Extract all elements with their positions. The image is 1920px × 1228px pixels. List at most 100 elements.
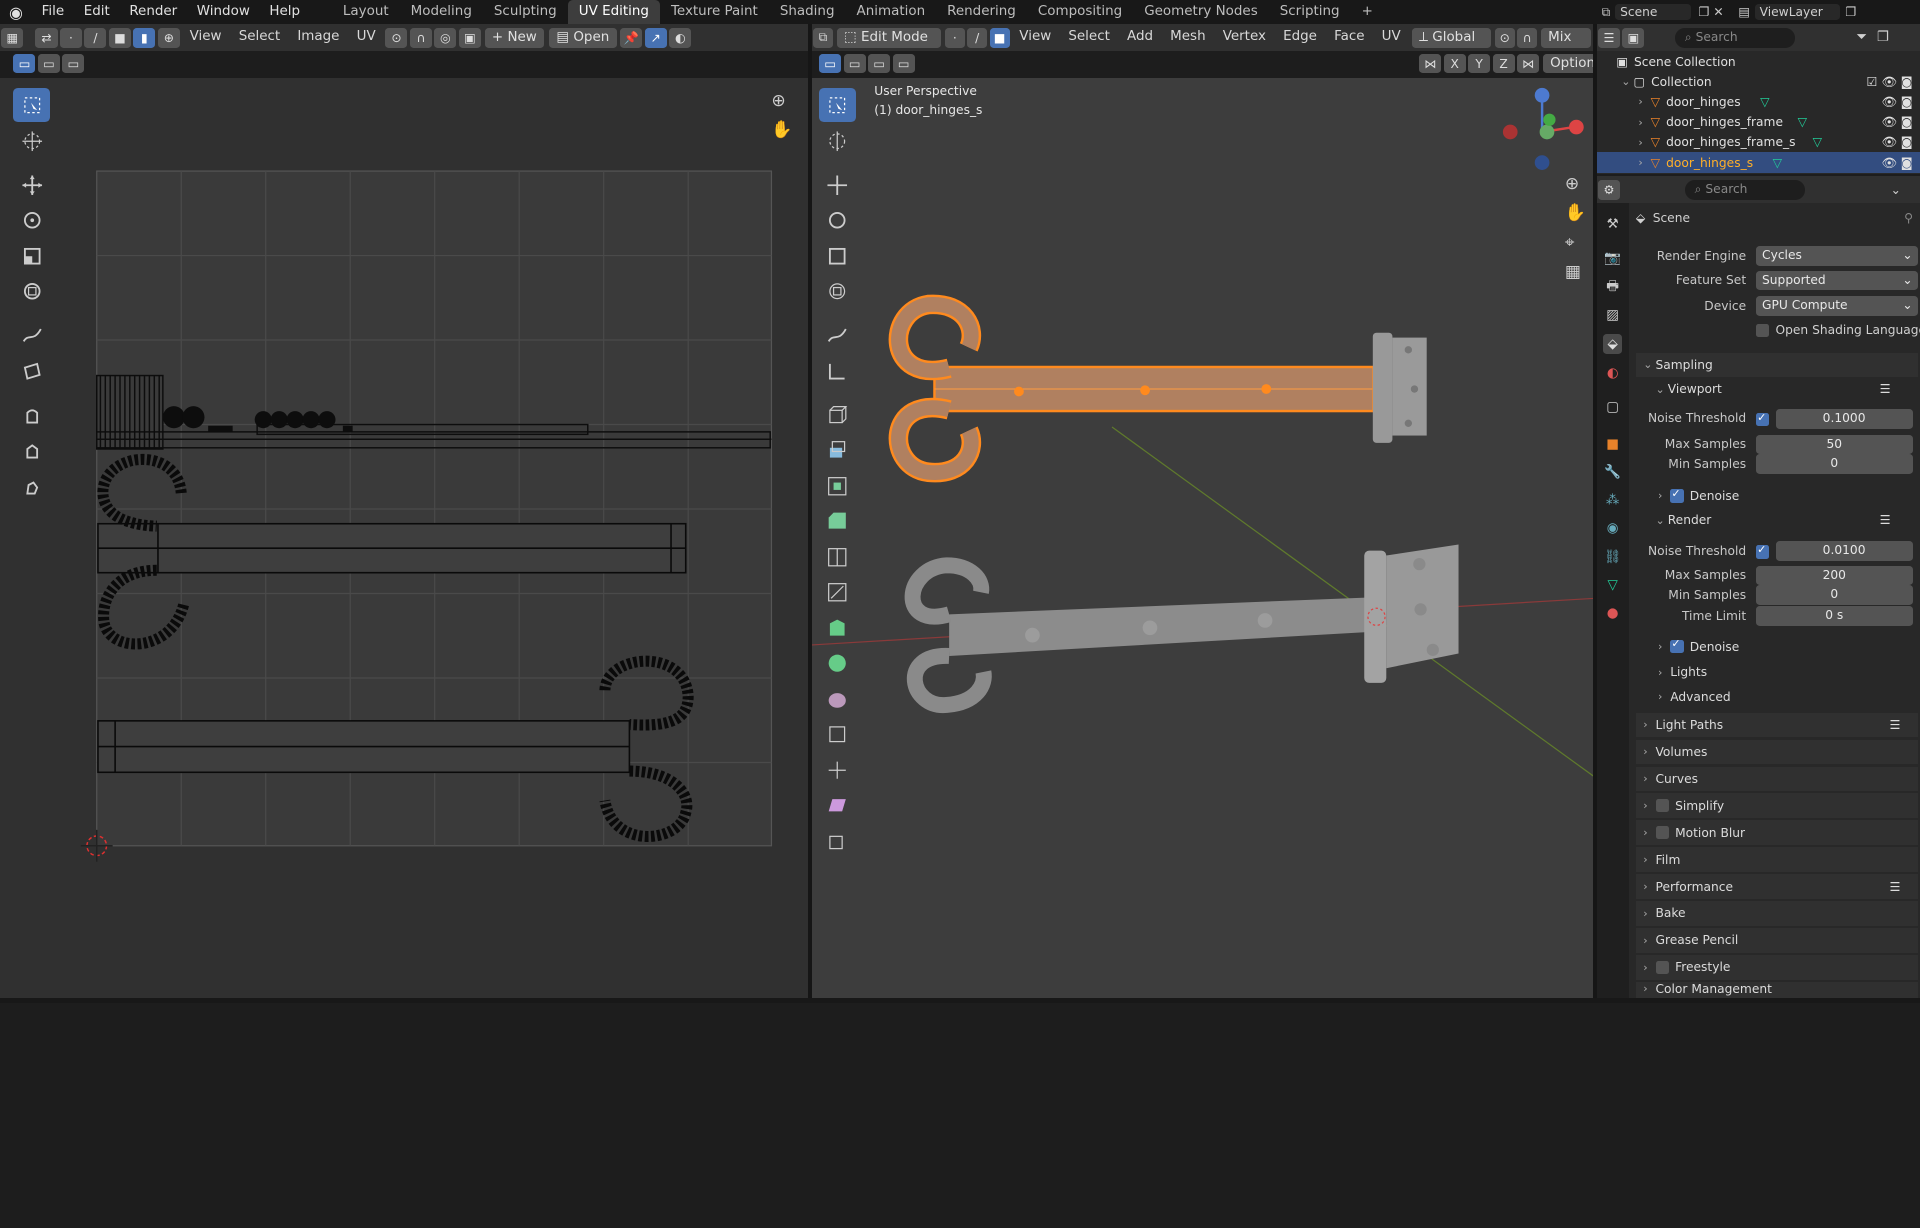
sampling-render-subpanel[interactable]: ⌄ Render ☰: [1636, 508, 1918, 532]
outliner-item-door-hinges-frame[interactable]: › ▽ door_hinges_frame ▽ 👁 ◙: [1597, 112, 1920, 132]
item-visibility-icons[interactable]: 👁 ◙: [1881, 135, 1912, 149]
vp-shrink-icon[interactable]: [819, 753, 856, 787]
vp-transform-icon[interactable]: [819, 274, 856, 308]
vp-select-extend-icon[interactable]: ▭: [843, 53, 866, 74]
editor-type-icon[interactable]: ▦: [1, 28, 24, 48]
vp-pan-icon[interactable]: ✋: [1565, 203, 1586, 223]
vp-menu-face[interactable]: Face: [1326, 24, 1374, 51]
tab-uv-editing[interactable]: UV Editing: [567, 0, 660, 25]
vp-add-cube-icon[interactable]: [819, 398, 856, 432]
viewlayer-name-field[interactable]: ViewLayer: [1754, 4, 1841, 21]
vp-select-invert-icon[interactable]: ▭: [892, 53, 915, 74]
axis-z-toggle[interactable]: Z: [1492, 53, 1515, 74]
face-mode-icon[interactable]: ■: [989, 28, 1010, 48]
tab-compositing[interactable]: Compositing: [1027, 0, 1133, 24]
vp-menu-add[interactable]: Add: [1118, 24, 1161, 51]
mode-dropdown[interactable]: ⬚ Edit Mode ⌄: [836, 28, 942, 65]
vp-menu-select[interactable]: Select: [1060, 24, 1119, 51]
outliner-editor-type-icon[interactable]: ☰: [1597, 28, 1620, 48]
sync-selection-icon[interactable]: ⇄: [35, 28, 58, 48]
mesh-symmetry-icon[interactable]: ⋈: [1517, 53, 1540, 74]
face-select-icon[interactable]: ■: [108, 28, 131, 48]
vp-noise-threshold-checkbox[interactable]: [1755, 411, 1776, 430]
simplify-panel[interactable]: › Simplify: [1635, 793, 1918, 818]
r-noise-threshold-checkbox[interactable]: [1755, 543, 1776, 563]
item-visibility-icons[interactable]: 👁 ◙: [1881, 95, 1912, 109]
menu-window[interactable]: Window: [187, 0, 260, 24]
open-image-button[interactable]: ▤ Open: [549, 28, 617, 48]
material-tab-icon[interactable]: ●: [1603, 604, 1623, 624]
collection-tab-icon[interactable]: ▢: [1603, 398, 1623, 418]
vp-shear-icon[interactable]: [819, 788, 856, 822]
mirror-icon[interactable]: ⋈: [1419, 53, 1442, 74]
sampling-panel-header[interactable]: ⌄ Sampling: [1635, 352, 1918, 378]
tab-layout[interactable]: Layout: [332, 0, 400, 24]
physics-tab-icon[interactable]: ◉: [1603, 519, 1623, 539]
tab-scripting[interactable]: Scripting: [1269, 0, 1351, 24]
film-panel[interactable]: › Film: [1635, 847, 1918, 872]
uv-zoom-icon[interactable]: ⊕: [771, 91, 785, 111]
vertex-mode-icon[interactable]: ·: [944, 28, 965, 48]
lights-subpanel[interactable]: › Lights: [1636, 660, 1918, 684]
performance-presets-icon[interactable]: ☰: [1889, 880, 1900, 894]
vp-poly-build-icon[interactable]: [819, 611, 856, 645]
snap-icon[interactable]: ∩: [409, 28, 432, 48]
constraints-tab-icon[interactable]: ⛓: [1603, 547, 1623, 567]
axis-x-toggle[interactable]: X: [1443, 53, 1466, 74]
vp-move-icon[interactable]: [819, 168, 856, 202]
curves-panel[interactable]: › Curves: [1635, 766, 1918, 792]
select-extend-icon[interactable]: ▭: [37, 53, 60, 74]
grab-tool-icon[interactable]: [13, 398, 50, 432]
vp-menu-view[interactable]: View: [1011, 24, 1060, 51]
render-engine-dropdown[interactable]: Cycles ⌄: [1755, 246, 1918, 266]
cursor-tool-icon[interactable]: [13, 124, 50, 158]
menu-edit[interactable]: Edit: [74, 0, 120, 24]
particles-tab-icon[interactable]: ⁂: [1603, 491, 1623, 511]
outliner-search-input[interactable]: ⌕ Search: [1675, 28, 1796, 48]
r-denoise-subpanel[interactable]: ›Denoise: [1636, 634, 1918, 658]
vp-zoom-icon[interactable]: ⊕: [1565, 174, 1579, 194]
rotate-tool-icon[interactable]: [13, 203, 50, 237]
vp-cursor-icon[interactable]: [819, 124, 856, 158]
data-tab-icon[interactable]: ▽: [1603, 576, 1623, 596]
menu-help[interactable]: Help: [260, 0, 310, 24]
time-limit-field[interactable]: 0 s: [1755, 606, 1913, 626]
vp-menu-vertex[interactable]: Vertex: [1214, 24, 1274, 51]
menu-file[interactable]: File: [32, 0, 74, 24]
advanced-subpanel[interactable]: › Advanced: [1636, 684, 1918, 708]
outliner-scene-collection[interactable]: ▣ Scene Collection: [1597, 51, 1920, 71]
3d-viewport[interactable]: User Perspective (1) door_hinges_s ⊕ ✋ ⌖…: [811, 78, 1594, 998]
vp-spin-icon[interactable]: [819, 646, 856, 680]
select-new-icon[interactable]: ▭: [13, 53, 36, 74]
vp-extrude-icon[interactable]: [819, 433, 856, 467]
vp-select-subtract-icon[interactable]: ▭: [868, 53, 891, 74]
light-paths-panel[interactable]: › Light Paths ☰: [1635, 712, 1918, 738]
collection-visibility-icons[interactable]: ☑ 👁 ◙: [1867, 75, 1913, 89]
tab-shading[interactable]: Shading: [769, 0, 846, 24]
performance-panel[interactable]: › Performance ☰: [1635, 874, 1918, 899]
r-max-samples-field[interactable]: 200: [1755, 565, 1913, 586]
vp-noise-threshold-field[interactable]: 0.1000: [1775, 408, 1913, 429]
light-paths-presets-icon[interactable]: ☰: [1889, 718, 1900, 732]
vp-max-samples-field[interactable]: 50: [1755, 434, 1913, 455]
bake-panel[interactable]: › Bake: [1635, 901, 1918, 926]
vp-ortho-grid-icon[interactable]: ▦: [1565, 262, 1581, 282]
menu-render[interactable]: Render: [120, 0, 187, 24]
vp-bevel-icon[interactable]: [819, 504, 856, 538]
filter-icon[interactable]: ⏷: [1856, 30, 1867, 45]
viewlayer-new-icon[interactable]: ❐: [1845, 5, 1856, 19]
pinch-tool-icon[interactable]: [13, 469, 50, 503]
tab-animation[interactable]: Animation: [846, 0, 937, 24]
snap-magnet-icon[interactable]: ∩: [1517, 28, 1538, 48]
uv-menu-uv[interactable]: UV: [348, 24, 384, 51]
pivot-icon[interactable]: ⊙: [385, 28, 408, 48]
viewport-editor-type-icon[interactable]: ⧉: [813, 28, 833, 48]
edge-mode-icon[interactable]: /: [967, 28, 988, 48]
vertex-select-icon[interactable]: ·: [59, 28, 82, 48]
transform-tool-icon[interactable]: [13, 274, 50, 308]
osl-checkbox[interactable]: Open Shading Language: [1755, 323, 1920, 337]
scene-name-field[interactable]: Scene: [1615, 4, 1692, 21]
device-dropdown[interactable]: GPU Compute ⌄: [1755, 296, 1918, 316]
sampling-viewport-subpanel[interactable]: ⌄ Viewport ☰: [1636, 377, 1918, 401]
axis-y-toggle[interactable]: Y: [1468, 53, 1491, 74]
